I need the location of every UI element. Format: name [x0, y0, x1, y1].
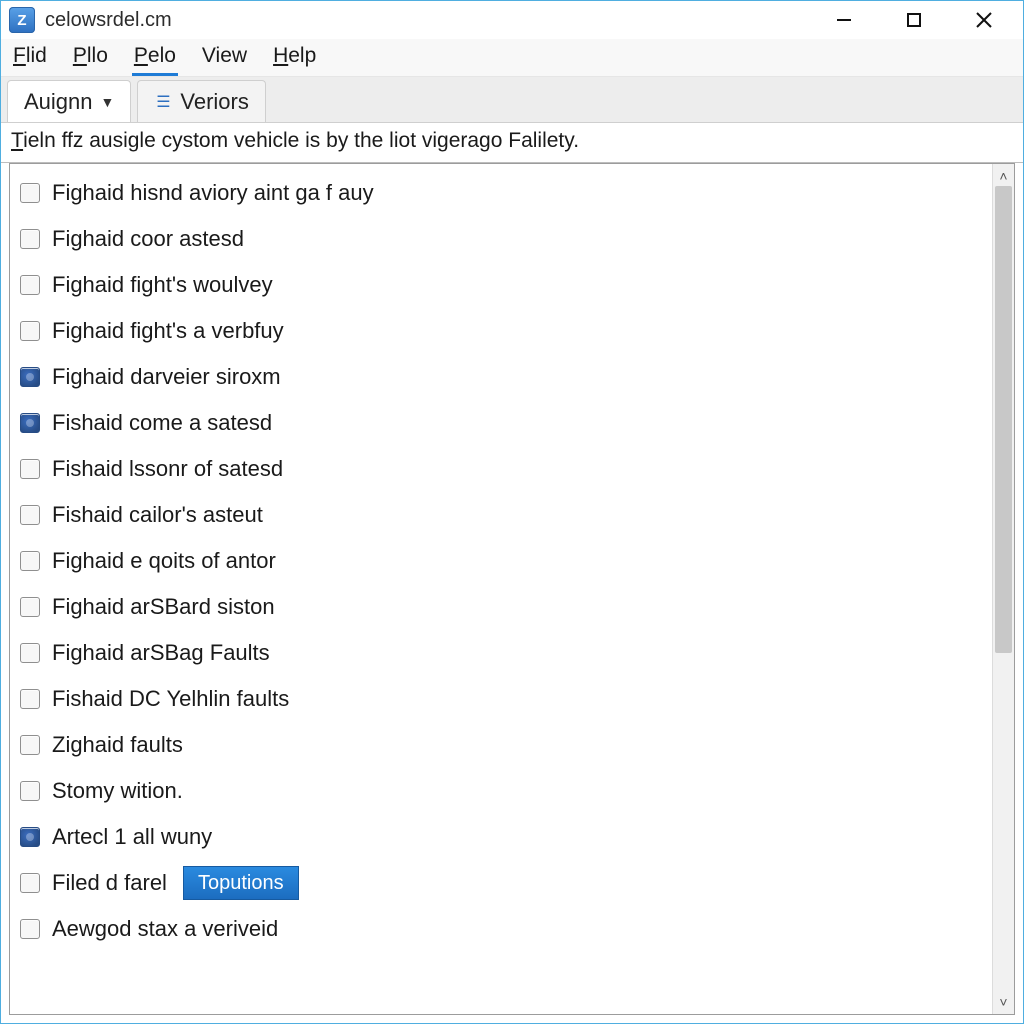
window-title: celowsrdel.cm [45, 9, 172, 32]
list-item[interactable]: Aewgod stax a veriveid [16, 906, 986, 952]
close-button[interactable] [949, 1, 1019, 39]
checkbox[interactable] [20, 919, 40, 939]
list-item-label: Zighaid faults [52, 732, 183, 758]
checkbox[interactable] [20, 505, 40, 525]
checkbox[interactable] [20, 735, 40, 755]
list-item[interactable]: Fishaid come a satesd [16, 400, 986, 446]
checkbox[interactable] [20, 643, 40, 663]
checkbox[interactable] [20, 413, 40, 433]
list-item-label: Fighaid darveier siroxm [52, 364, 281, 390]
checkbox[interactable] [20, 183, 40, 203]
list-item-label: Fighaid fight's woulvey [52, 272, 273, 298]
list-item-label: Fighaid coor astesd [52, 226, 244, 252]
list-item-label: Fighaid arSBag Faults [52, 640, 270, 666]
list-item-label: Fishaid DC Yelhlin faults [52, 686, 289, 712]
list-item[interactable]: Fishaid cailor's asteut [16, 492, 986, 538]
list-item[interactable]: Fighaid hisnd aviory aint ga f auy [16, 170, 986, 216]
list-item[interactable]: Artecl 1 all wuny [16, 814, 986, 860]
list-item[interactable]: Filed d farel Toputions [16, 860, 986, 906]
list-item[interactable]: Fishaid DC Yelhlin faults [16, 676, 986, 722]
tab-label: Veriors [180, 89, 248, 115]
checkbox[interactable] [20, 459, 40, 479]
toputions-button[interactable]: Toputions [183, 866, 299, 900]
list-item[interactable]: Fighaid fight's a verbfuy [16, 308, 986, 354]
list-item-label: Fighaid arSBard siston [52, 594, 275, 620]
scroll-up-icon[interactable]: ˄ [994, 166, 1014, 186]
list-item-label: Filed d farel [52, 870, 167, 896]
list-item-label: Fishaid cailor's asteut [52, 502, 263, 528]
list-item[interactable]: Fighaid arSBag Faults [16, 630, 986, 676]
menu-pelo[interactable]: Pelo [132, 39, 178, 76]
list-item-label: Fighaid fight's a verbfuy [52, 318, 284, 344]
checkbox[interactable] [20, 689, 40, 709]
menu-view[interactable]: View [200, 39, 249, 76]
menu-help[interactable]: Help [271, 39, 318, 76]
tab-veriors[interactable]: ☰ Veriors [137, 80, 265, 122]
titlebar: Z celowsrdel.cm [1, 1, 1023, 39]
menu-flid[interactable]: Flid [11, 39, 49, 76]
checkbox[interactable] [20, 321, 40, 341]
checkbox[interactable] [20, 229, 40, 249]
checkbox[interactable] [20, 873, 40, 893]
scrollbar-thumb[interactable] [995, 186, 1012, 653]
scrollbar-track[interactable] [993, 186, 1014, 992]
scroll-down-icon[interactable]: ˅ [994, 992, 1014, 1012]
tab-label: Auignn [24, 89, 93, 115]
minimize-button[interactable] [809, 1, 879, 39]
checkbox[interactable] [20, 367, 40, 387]
list-item[interactable]: Fighaid fight's woulvey [16, 262, 986, 308]
list-item[interactable]: Fighaid e qoits of antor [16, 538, 986, 584]
menubar: Flid Pllo Pelo View Help [1, 39, 1023, 77]
tab-auignn[interactable]: Auignn ▼ [7, 80, 131, 122]
list-item[interactable]: Stomy wition. [16, 768, 986, 814]
list-item[interactable]: Fishaid lssonr of satesd [16, 446, 986, 492]
settings-icon: ☰ [154, 93, 172, 111]
menu-pllo[interactable]: Pllo [71, 39, 110, 76]
list-item-label: Fighaid hisnd aviory aint ga f auy [52, 180, 374, 206]
list-item-label: Artecl 1 all wuny [52, 824, 212, 850]
checkbox[interactable] [20, 827, 40, 847]
checkbox[interactable] [20, 781, 40, 801]
checkbox-list: Fighaid hisnd aviory aint ga f auy Fighai… [10, 164, 992, 1014]
app-window: Z celowsrdel.cm Flid Pllo Pelo View Help… [0, 0, 1024, 1024]
maximize-button[interactable] [879, 1, 949, 39]
list-item-label: Fishaid come a satesd [52, 410, 272, 436]
list-item[interactable]: Fighaid coor astesd [16, 216, 986, 262]
checkbox[interactable] [20, 275, 40, 295]
list-item[interactable]: Zighaid faults [16, 722, 986, 768]
list-item[interactable]: Fighaid darveier siroxm [16, 354, 986, 400]
list-item-label: Stomy wition. [52, 778, 183, 804]
checkbox[interactable] [20, 597, 40, 617]
checkbox[interactable] [20, 551, 40, 571]
list-container: Fighaid hisnd aviory aint ga f auy Fighai… [9, 163, 1015, 1015]
scrollbar[interactable]: ˄ ˅ [992, 164, 1014, 1014]
list-item[interactable]: Fighaid arSBard siston [16, 584, 986, 630]
tabbar: Auignn ▼ ☰ Veriors [1, 77, 1023, 123]
list-item-label: Fishaid lssonr of satesd [52, 456, 283, 482]
app-icon: Z [9, 7, 35, 33]
list-item-label: Fighaid e qoits of antor [52, 548, 276, 574]
description-text: Tieln ffz ausigle cystom vehicle is by t… [1, 123, 1023, 163]
chevron-down-icon: ▼ [101, 94, 115, 110]
list-item-label: Aewgod stax a veriveid [52, 916, 278, 942]
